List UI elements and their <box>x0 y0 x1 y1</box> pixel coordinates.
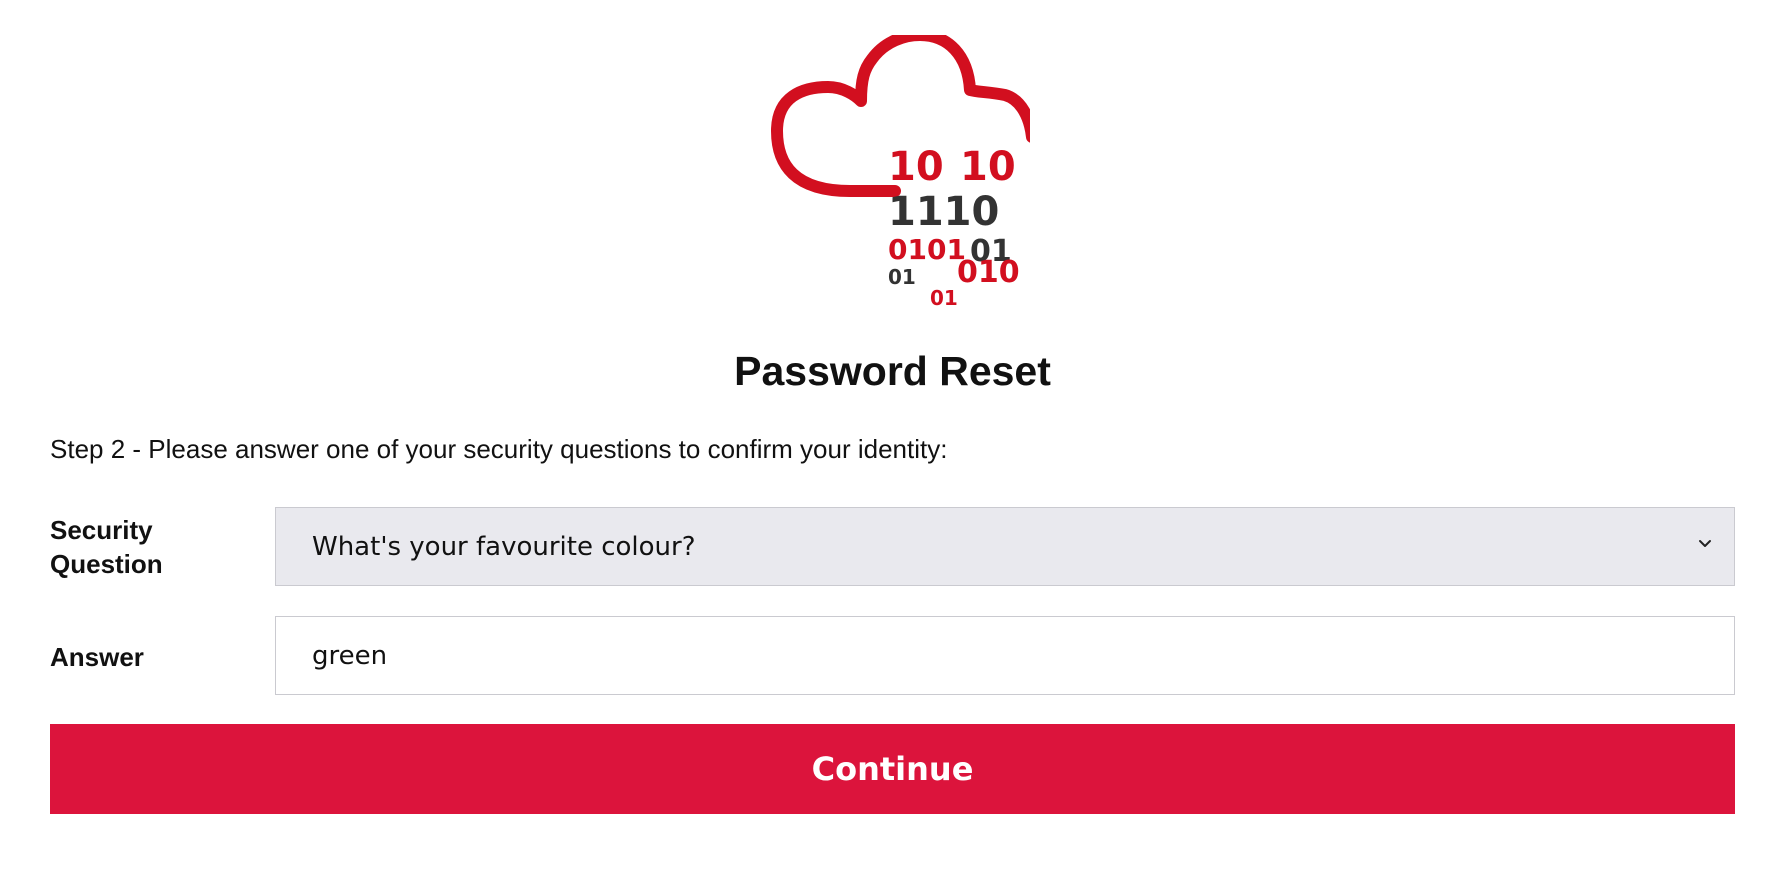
password-reset-page: 10 10 1110 0101 01 01 010 01 Password Re… <box>0 0 1770 880</box>
binary-row4-right: 010 <box>957 255 1020 290</box>
binary-row1-left: 10 <box>888 144 944 190</box>
answer-input[interactable]: green <box>275 616 1735 695</box>
logo-graphic: 10 10 1110 0101 01 01 010 01 <box>771 35 1030 310</box>
security-question-select[interactable]: What's your favourite colour? <box>275 507 1735 586</box>
binary-row4-left: 01 <box>888 265 916 289</box>
continue-button[interactable]: Continue <box>50 724 1735 814</box>
page-title: Password Reset <box>734 348 1051 394</box>
cloud-binary-logo: 10 10 1110 0101 01 01 010 01 <box>760 35 1030 315</box>
answer-value[interactable]: green <box>312 640 387 672</box>
binary-row5: 01 <box>930 286 958 310</box>
selected-security-question[interactable]: What's your favourite colour? <box>312 531 696 563</box>
chevron-down-icon[interactable] <box>1698 537 1712 551</box>
answer-label: Answer <box>50 642 144 672</box>
binary-row2: 1110 <box>888 189 999 235</box>
binary-row1-right: 10 <box>960 144 1016 190</box>
security-question-label: Security Question <box>50 515 163 579</box>
binary-row3-left: 0101 <box>888 233 966 266</box>
step-instruction: Step 2 - Please answer one of your secur… <box>50 434 948 464</box>
